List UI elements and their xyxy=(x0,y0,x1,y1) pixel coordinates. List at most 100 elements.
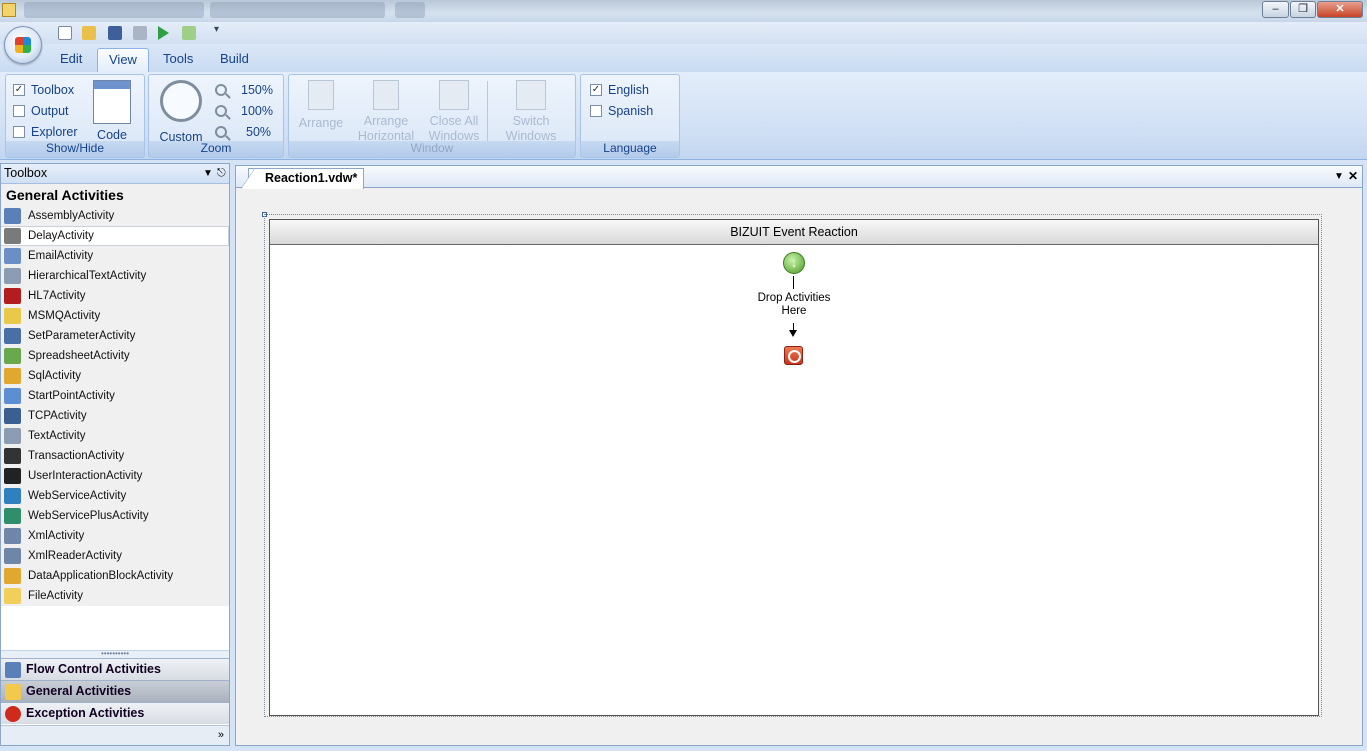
toolbox-category-label: Flow Control Activities xyxy=(26,662,161,676)
email-icon xyxy=(4,248,21,264)
zoom-150-label: 150% xyxy=(241,83,273,97)
toolbox-item-file[interactable]: FileActivity xyxy=(1,586,229,606)
zoom-150-button[interactable]: 150% xyxy=(215,81,273,99)
arrange-icon xyxy=(308,80,334,110)
transaction-icon xyxy=(4,448,21,464)
run-icon[interactable] xyxy=(158,26,169,40)
close-button[interactable]: ✕ xyxy=(1317,1,1363,18)
switch-windows-button[interactable]: Switch Windows xyxy=(497,80,565,144)
toolbox-item-label: UserInteractionActivity xyxy=(28,470,143,482)
toolbox-item-setparameter[interactable]: SetParameterActivity xyxy=(1,326,229,346)
toolbox-item-label: MSMQActivity xyxy=(28,310,101,322)
toolbox-category-flow-control-activities[interactable]: Flow Control Activities xyxy=(1,658,229,680)
toolbox-item-startpoint[interactable]: StartPointActivity xyxy=(1,386,229,406)
spanish-checkbox[interactable] xyxy=(590,105,602,117)
toolbox-item-xml[interactable]: XmlActivity xyxy=(1,526,229,546)
toolbox-item-text[interactable]: TextActivity xyxy=(1,426,229,446)
toolbox-item-sql[interactable]: SqlActivity xyxy=(1,366,229,386)
deploy-icon[interactable] xyxy=(182,26,196,40)
english-toggle-label: English xyxy=(608,83,649,97)
application-menu-button[interactable] xyxy=(4,26,42,64)
toolbox-checkbox[interactable]: ✓ xyxy=(13,84,25,96)
toolbox-splitter[interactable]: •••••••••• xyxy=(1,650,229,658)
document-tab[interactable]: Reaction1.vdw* xyxy=(240,168,365,189)
toolbox-item-webservice[interactable]: WebServiceActivity xyxy=(1,486,229,506)
document-list-icon[interactable]: ▼ xyxy=(1334,171,1344,182)
english-toggle[interactable]: ✓ English xyxy=(590,81,649,99)
exception-icon xyxy=(5,706,21,722)
toolbox-item-msmq[interactable]: MSMQActivity xyxy=(1,306,229,326)
toolbox-item-spreadsheet[interactable]: SpreadsheetActivity xyxy=(1,346,229,366)
toolbox-header: Toolbox ▼ ⎋ xyxy=(1,164,229,184)
tab-build[interactable]: Build xyxy=(209,48,260,72)
output-checkbox[interactable] xyxy=(13,105,25,117)
new-file-icon[interactable] xyxy=(58,26,72,40)
zoom-50-button[interactable]: 50% xyxy=(215,123,271,141)
toolbox-item-label: DataApplicationBlockActivity xyxy=(28,570,174,582)
end-node-icon[interactable] xyxy=(784,346,803,365)
blurred-title-area-2 xyxy=(210,2,385,18)
app-icon xyxy=(2,3,16,17)
drop-target[interactable]: Drop Activities Here xyxy=(720,292,868,318)
connector-line-top xyxy=(793,276,794,289)
start-node-icon[interactable]: ↓ xyxy=(783,252,805,274)
toolbox-toggle-label: Toolbox xyxy=(31,83,75,97)
spanish-toggle-label: Spanish xyxy=(608,104,654,118)
close-all-windows-button[interactable]: Close All Windows xyxy=(423,80,485,144)
toolbox-item-hl7[interactable]: HL7Activity xyxy=(1,286,229,306)
zoom-normal-icon xyxy=(215,105,227,117)
toolbox-item-label: SqlActivity xyxy=(28,370,82,382)
explorer-checkbox[interactable] xyxy=(13,126,25,138)
document-tab-strip: Reaction1.vdw* ▼ ✕ xyxy=(236,166,1362,189)
toolbox-item-dataapplicationblock[interactable]: DataApplicationBlockActivity xyxy=(1,566,229,586)
minimize-button[interactable]: – xyxy=(1262,1,1289,18)
output-toggle[interactable]: Output xyxy=(13,102,69,120)
maximize-button[interactable]: ❐ xyxy=(1290,1,1316,18)
code-button[interactable]: Code xyxy=(91,80,133,142)
toolbox-item-hierarchicaltext[interactable]: HierarchicalTextActivity xyxy=(1,266,229,286)
toolbox-item-webserviceplus[interactable]: WebServicePlusActivity xyxy=(1,506,229,526)
explorer-toggle[interactable]: Explorer xyxy=(13,123,78,141)
overflow-chevron-icon[interactable]: » xyxy=(218,729,224,741)
document-area: Reaction1.vdw* ▼ ✕ BIZUIT Event Reaction… xyxy=(235,165,1363,746)
pin-icon[interactable]: ⎋ xyxy=(217,164,226,183)
toolbox-item-label: TCPActivity xyxy=(28,410,87,422)
toolbox-item-email[interactable]: EmailActivity xyxy=(1,246,229,266)
zoom-100-button[interactable]: 100% xyxy=(215,102,273,120)
start-point-icon xyxy=(4,388,21,404)
english-checkbox[interactable]: ✓ xyxy=(590,84,602,96)
document-icon xyxy=(4,268,21,284)
toolbox-item-xmlreader[interactable]: XmlReaderActivity xyxy=(1,546,229,566)
save-all-icon[interactable] xyxy=(133,26,147,40)
magnifier-icon xyxy=(160,80,202,122)
toolbox-dropdown-icon[interactable]: ▼ xyxy=(203,164,213,183)
document-close-icon[interactable]: ✕ xyxy=(1348,169,1358,183)
zoom-group-label: Zoom xyxy=(149,141,283,157)
open-folder-icon[interactable] xyxy=(82,26,96,40)
show-hide-group: ✓ Toolbox Output Explorer Code Show/Hide xyxy=(5,74,145,158)
tab-view[interactable]: View xyxy=(97,48,149,72)
envelope-icon xyxy=(4,308,21,324)
arrange-button[interactable]: Arrange xyxy=(297,80,345,130)
toolbox-toggle[interactable]: ✓ Toolbox xyxy=(13,81,74,99)
toolbox-category-general-activities[interactable]: General Activities xyxy=(1,680,229,702)
customize-toolbar-icon[interactable]: ▾ xyxy=(214,24,224,38)
toolbox-item-tcp[interactable]: TCPActivity xyxy=(1,406,229,426)
toolbox-item-transaction[interactable]: TransactionActivity xyxy=(1,446,229,466)
hl7-icon xyxy=(4,288,21,304)
spanish-toggle[interactable]: Spanish xyxy=(590,102,653,120)
toolbox-item-assembly[interactable]: AssemblyActivity xyxy=(1,206,229,226)
custom-zoom-button[interactable]: Custom xyxy=(155,80,207,144)
language-group-label: Language xyxy=(581,141,679,157)
save-icon[interactable] xyxy=(108,26,122,40)
toolbox-category-exception-activities[interactable]: Exception Activities xyxy=(1,702,229,724)
blurred-title-area-3 xyxy=(395,2,425,18)
toolbox-item-delay[interactable]: DelayActivity xyxy=(1,226,229,246)
tab-tools[interactable]: Tools xyxy=(152,48,204,72)
workflow-container[interactable]: BIZUIT Event Reaction ↓ Drop Activities … xyxy=(269,219,1319,716)
toolbox-item-userinteraction[interactable]: UserInteractionActivity xyxy=(1,466,229,486)
arrange-horizontal-button[interactable]: Arrange Horizontal xyxy=(353,80,419,144)
tab-edit[interactable]: Edit xyxy=(49,48,93,72)
toolbox-item-label: SpreadsheetActivity xyxy=(28,350,130,362)
xml-reader-icon xyxy=(4,548,21,564)
